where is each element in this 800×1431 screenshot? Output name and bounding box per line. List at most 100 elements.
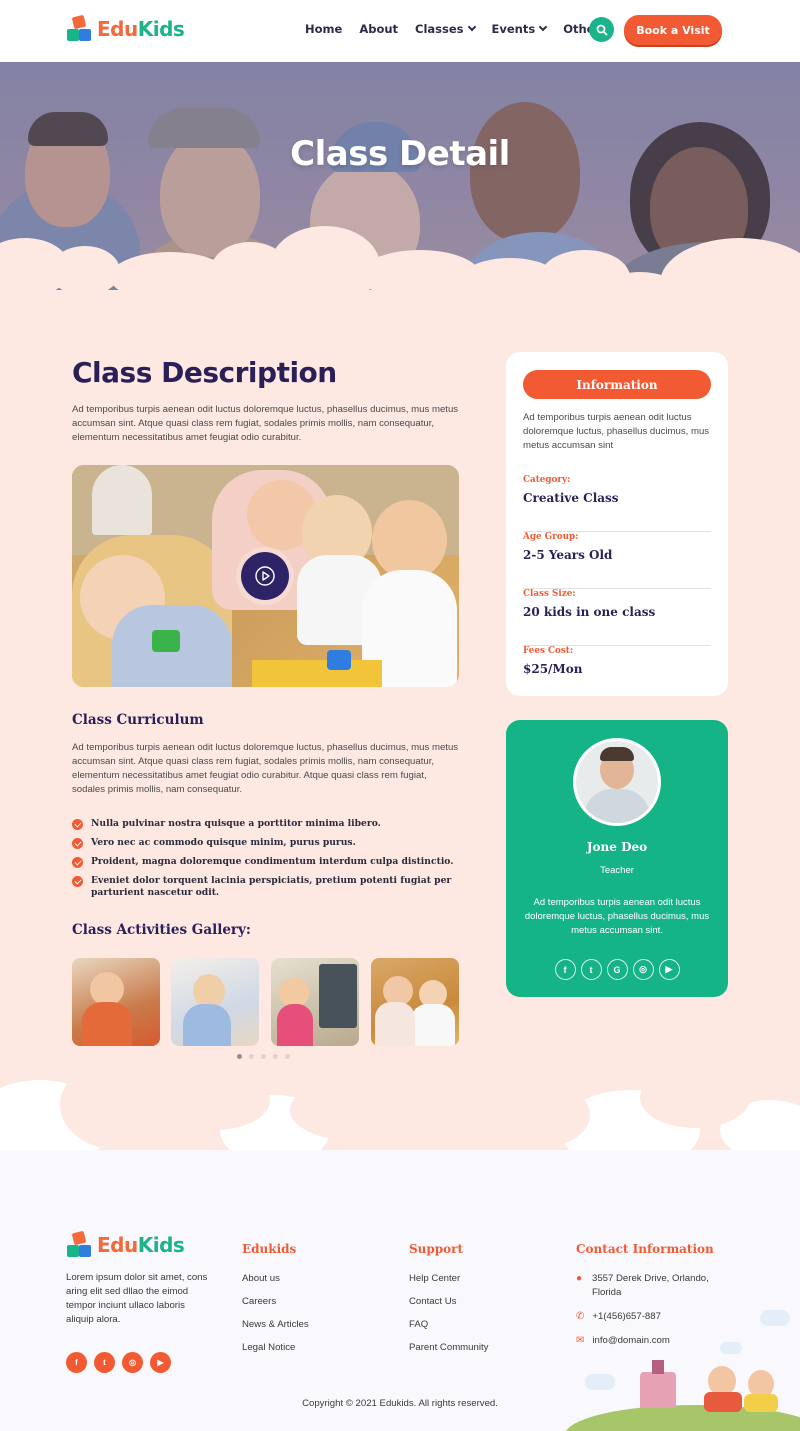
pagination-dot[interactable] bbox=[261, 1054, 266, 1059]
class-curriculum-title: Class Curriculum bbox=[72, 712, 204, 728]
check-circle-icon bbox=[72, 876, 83, 887]
copyright: Copyright © 2021 Edukids. All rights res… bbox=[302, 1398, 498, 1409]
gallery-image-3[interactable] bbox=[271, 958, 359, 1046]
nav-item-classes[interactable]: Classes bbox=[415, 22, 476, 36]
class-info-card: Information Ad temporibus turpis aenean … bbox=[506, 352, 728, 696]
footer-col-edukids: About us Careers News & Articles Legal N… bbox=[242, 1273, 309, 1365]
info-value: $25/Mon bbox=[523, 662, 583, 676]
info-label: Fees Cost: bbox=[523, 646, 574, 656]
teacher-name: Jone Deo bbox=[586, 840, 648, 854]
facebook-icon[interactable]: f bbox=[66, 1352, 87, 1373]
check-circle-icon bbox=[72, 819, 83, 830]
info-row-age-group: Age Group: 2-5 Years Old bbox=[523, 532, 711, 589]
teacher-bio: Ad temporibus turpis aenean odit luctus … bbox=[524, 897, 710, 936]
footer-socials: f t ◎ ▶ bbox=[66, 1352, 171, 1373]
footer-link[interactable]: Legal Notice bbox=[242, 1342, 309, 1365]
info-value: 2-5 Years Old bbox=[523, 548, 613, 562]
class-description-title: Class Description bbox=[72, 356, 337, 389]
gallery-image-1[interactable] bbox=[72, 958, 160, 1046]
footer-link[interactable]: Contact Us bbox=[409, 1296, 488, 1319]
twitter-icon[interactable]: t bbox=[94, 1352, 115, 1373]
footer-link[interactable]: FAQ bbox=[409, 1319, 488, 1342]
info-value: Creative Class bbox=[523, 491, 619, 505]
play-video-button[interactable] bbox=[241, 552, 289, 600]
gallery-image-2[interactable] bbox=[171, 958, 259, 1046]
instagram-icon[interactable]: ◎ bbox=[122, 1352, 143, 1373]
pagination-dot[interactable] bbox=[273, 1054, 278, 1059]
check-circle-icon bbox=[72, 857, 83, 868]
nav-item-events[interactable]: Events bbox=[491, 22, 548, 36]
nav-item-home[interactable]: Home bbox=[305, 22, 342, 36]
map-pin-icon: ● bbox=[576, 1273, 583, 1284]
site-header: EduKids Home About Classes Events Other … bbox=[0, 0, 800, 62]
footer-contact-title: Contact Information bbox=[576, 1242, 714, 1256]
brand-logo[interactable]: EduKids bbox=[67, 14, 185, 42]
brand-part2: Kids bbox=[137, 1233, 185, 1257]
google-icon[interactable]: G bbox=[606, 959, 628, 980]
footer-col-edukids-title: Edukids bbox=[242, 1242, 297, 1256]
teacher-socials: f t G ◎ ▶ bbox=[506, 959, 728, 980]
check-circle-icon bbox=[72, 838, 83, 849]
footer-about-text: Lorem ipsum dolor sit amet, cons aring e… bbox=[66, 1272, 208, 1325]
list-item: Proident, magna doloremque condimentum i… bbox=[72, 856, 462, 868]
information-button[interactable]: Information bbox=[523, 370, 711, 399]
brand-part1: Edu bbox=[97, 17, 138, 41]
list-item: Vero nec ac commodo quisque minim, purus… bbox=[72, 837, 462, 849]
list-item: Nulla pulvinar nostra quisque a porttito… bbox=[72, 818, 462, 830]
nav-label: Events bbox=[491, 22, 536, 36]
class-curriculum-text: Ad temporibus turpis aenean odit luctus … bbox=[72, 742, 459, 795]
youtube-icon[interactable]: ▶ bbox=[658, 959, 680, 980]
list-item: Eveniet dolor torquent lacinia perspicia… bbox=[72, 875, 462, 899]
teacher-card: Jone Deo Teacher Ad temporibus turpis ae… bbox=[506, 720, 728, 997]
phone-icon: ✆ bbox=[576, 1311, 585, 1322]
footer-col-support-title: Support bbox=[409, 1242, 464, 1256]
info-row-category: Category: Creative Class bbox=[523, 475, 711, 532]
nav-label: About bbox=[359, 22, 399, 36]
search-button[interactable] bbox=[589, 17, 614, 42]
footer-col-support: Help Center Contact Us FAQ Parent Commun… bbox=[409, 1273, 488, 1365]
info-label: Age Group: bbox=[523, 532, 579, 542]
search-icon bbox=[596, 24, 607, 35]
pagination-dot[interactable] bbox=[249, 1054, 254, 1059]
instagram-icon[interactable]: ◎ bbox=[632, 959, 654, 980]
info-row-fees: Fees Cost: $25/Mon bbox=[523, 646, 711, 703]
info-text: Ad temporibus turpis aenean odit luctus … bbox=[523, 412, 710, 451]
footer-link[interactable]: Careers bbox=[242, 1296, 309, 1319]
footer-link[interactable]: About us bbox=[242, 1273, 309, 1296]
book-visit-button[interactable]: Book a Visit bbox=[624, 15, 722, 45]
brand-part2: Kids bbox=[137, 17, 185, 41]
chevron-down-icon bbox=[538, 22, 548, 32]
play-icon bbox=[255, 566, 275, 586]
footer-link[interactable]: Help Center bbox=[409, 1273, 488, 1296]
footer-contact: ● 3557 Derek Drive, Orlando, Florida ✆ +1(… bbox=[576, 1272, 726, 1358]
gallery-pagination bbox=[237, 1054, 290, 1059]
envelope-icon: ✉ bbox=[576, 1335, 585, 1346]
nav-label: Classes bbox=[415, 22, 464, 36]
contact-address: ● 3557 Derek Drive, Orlando, Florida bbox=[576, 1273, 709, 1298]
teacher-role: Teacher bbox=[600, 865, 634, 876]
curriculum-list: Nulla pulvinar nostra quisque a porttito… bbox=[72, 818, 462, 906]
youtube-icon[interactable]: ▶ bbox=[150, 1352, 171, 1373]
contact-email[interactable]: ✉ info@domain.com bbox=[576, 1334, 726, 1348]
brand-part1: Edu bbox=[97, 1233, 138, 1257]
pagination-dot[interactable] bbox=[285, 1054, 290, 1059]
chevron-down-icon bbox=[467, 22, 476, 32]
gallery-title: Class Activities Gallery: bbox=[72, 922, 251, 938]
info-value: 20 kids in one class bbox=[523, 605, 656, 619]
info-label: Category: bbox=[523, 475, 571, 485]
contact-phone[interactable]: ✆ +1(456)657-887 bbox=[576, 1310, 726, 1324]
twitter-icon[interactable]: t bbox=[580, 959, 602, 980]
footer-link[interactable]: News & Articles bbox=[242, 1319, 309, 1342]
info-row-class-size: Class Size: 20 kids in one class bbox=[523, 589, 711, 646]
class-description-text: Ad temporibus turpis aenean odit luctus … bbox=[72, 404, 459, 443]
gallery-image-4[interactable] bbox=[371, 958, 459, 1046]
footer-link[interactable]: Parent Community bbox=[409, 1342, 488, 1365]
footer-logo[interactable]: EduKids bbox=[67, 1230, 185, 1258]
nav-label: Home bbox=[305, 22, 343, 36]
pagination-dot[interactable] bbox=[237, 1054, 242, 1059]
nav-item-about[interactable]: About bbox=[359, 22, 398, 36]
teacher-avatar bbox=[573, 738, 661, 826]
logo-blocks-icon bbox=[67, 1230, 93, 1258]
page-title: Class Detail bbox=[290, 134, 510, 174]
facebook-icon[interactable]: f bbox=[554, 959, 576, 980]
